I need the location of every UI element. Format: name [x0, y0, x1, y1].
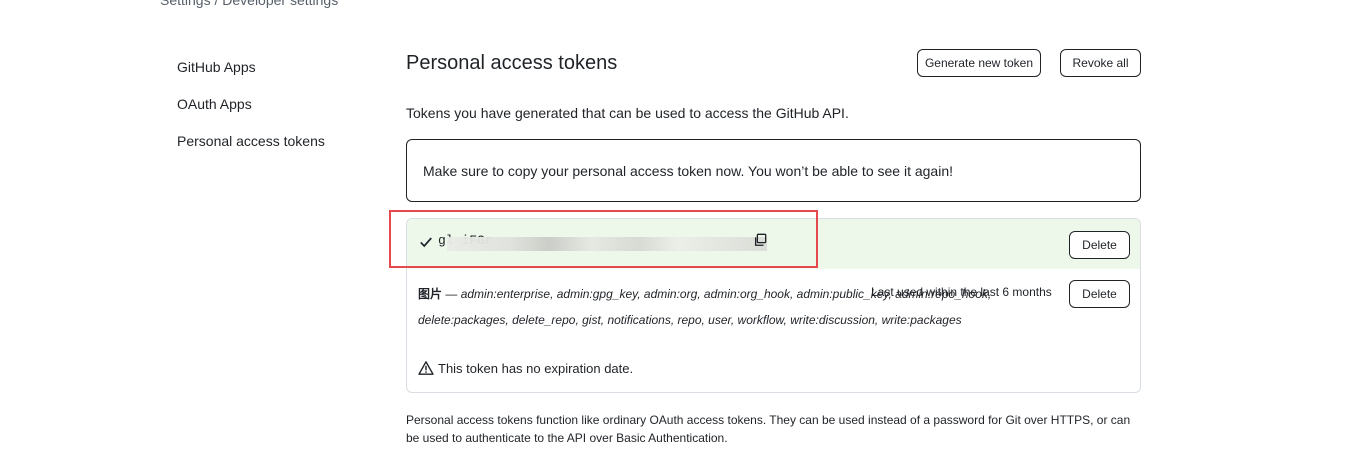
token-last-used: Last used within the last 6 months	[871, 285, 1052, 299]
revoke-all-button[interactable]: Revoke all	[1060, 49, 1141, 77]
delete-new-token-button[interactable]: Delete	[1069, 231, 1130, 259]
sidebar-item-personal-access-tokens[interactable]: Personal access tokens	[177, 132, 377, 169]
copy-token-notice: Make sure to copy your personal access t…	[406, 139, 1141, 202]
token-separator: —	[442, 287, 461, 301]
delete-token-button[interactable]: Delete	[1069, 280, 1130, 308]
token-expiry-warning: This token has no expiration date.	[418, 360, 633, 376]
copy-token-notice-text: Make sure to copy your personal access t…	[423, 162, 953, 179]
sidebar-item-github-apps[interactable]: GitHub Apps	[177, 58, 377, 95]
sidebar-nav: GitHub Apps OAuth Apps Personal access t…	[177, 58, 377, 169]
breadcrumb: Settings / Developer settings	[160, 0, 339, 8]
token-name[interactable]: 图片	[418, 287, 442, 301]
page-title: Personal access tokens	[406, 52, 618, 74]
generate-new-token-button[interactable]: Generate new token	[917, 49, 1041, 77]
alert-icon	[418, 361, 434, 375]
intro-text: Tokens you have generated that can be us…	[406, 105, 849, 121]
sidebar-item-oauth-apps[interactable]: OAuth Apps	[177, 95, 377, 132]
footer-note: Personal access tokens function like ord…	[406, 413, 1131, 445]
token-highlight-box	[389, 210, 818, 268]
token-expiry-text: This token has no expiration date.	[438, 360, 634, 376]
